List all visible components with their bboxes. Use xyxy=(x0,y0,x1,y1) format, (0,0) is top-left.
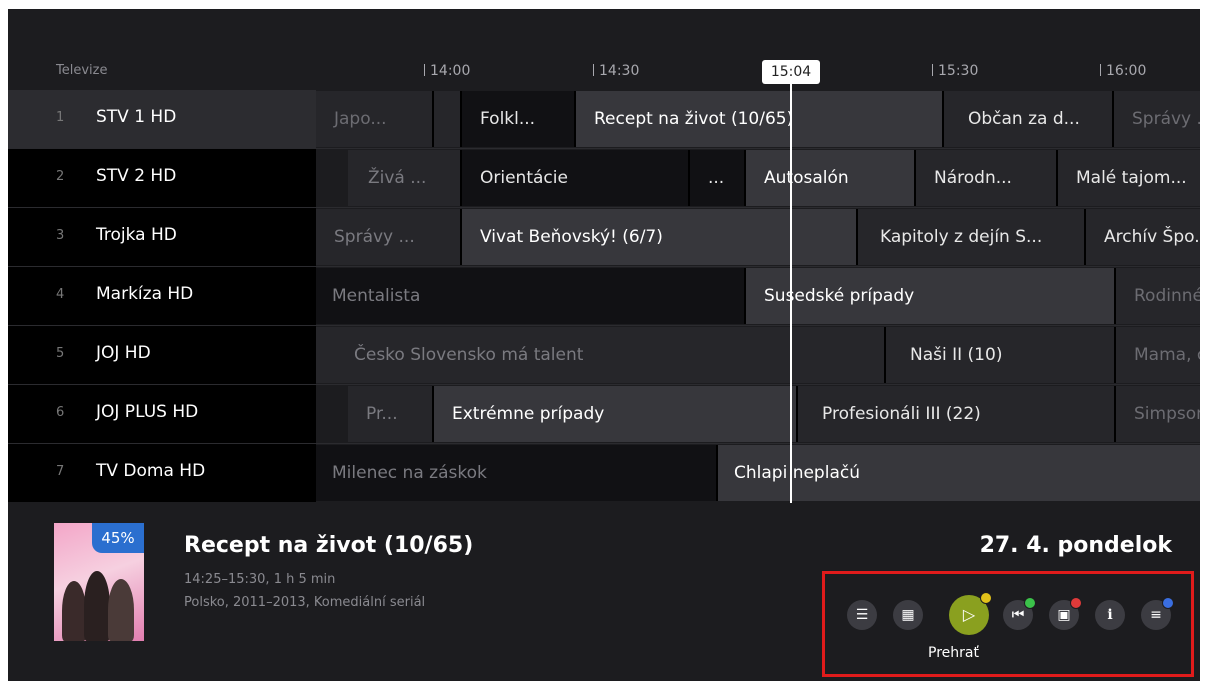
channel-cell-joj[interactable]: 5 JOJ HD xyxy=(8,326,316,384)
controls-panel: ☰ ▦ ▷ ⏮ ▣ i ≡ Prehrať xyxy=(822,571,1194,677)
channel-name: JOJ PLUS HD xyxy=(96,402,199,422)
list-icon[interactable]: ☰ xyxy=(847,600,877,630)
program-cell[interactable]: Vivat Beňovský! (6/7) xyxy=(462,209,858,265)
channel-row: 4 Markíza HD Mentalista Susedské prípady… xyxy=(8,267,1200,325)
program-cell[interactable]: Autosalón xyxy=(746,150,916,206)
channel-cell-markiza[interactable]: 4 Markíza HD xyxy=(8,267,316,325)
program-strip: Pr... Extrémne prípady Profesionáli III … xyxy=(316,385,1200,443)
channel-number: 7 xyxy=(56,464,65,479)
program-cell-selected[interactable]: Recept na život (10/65) xyxy=(576,91,944,147)
red-dot xyxy=(1070,597,1082,609)
epg-grid: 1 STV 1 HD Japo... Folkl... Recept na ži… xyxy=(8,90,1200,503)
program-cell[interactable]: Malé tajom... xyxy=(1058,150,1200,206)
restart-icon[interactable]: ⏮ xyxy=(1003,597,1036,630)
record-icon[interactable]: ▣ xyxy=(1049,597,1082,630)
poster-figure xyxy=(62,581,86,641)
time-tick-1430: 14:30 xyxy=(593,63,639,79)
channel-number: 1 xyxy=(56,110,65,125)
channel-number: 5 xyxy=(56,346,65,361)
program-meta: Polsko, 2011–2013, Komediální seriál xyxy=(184,595,426,610)
channel-number: 6 xyxy=(56,405,65,420)
program-cell[interactable]: Pr... xyxy=(348,386,434,442)
program-cell[interactable]: Orientácie xyxy=(462,150,690,206)
info-icon[interactable]: i xyxy=(1095,600,1125,630)
program-poster: 45% xyxy=(54,523,144,641)
program-strip: Živá ... Orientácie ... Autosalón Národn… xyxy=(316,149,1200,207)
tv-guide-screen: Televize 14:00 14:30 15:30 16:00 15:04 1… xyxy=(8,9,1200,681)
program-cell[interactable] xyxy=(434,91,462,147)
time-tick-1530: 15:30 xyxy=(932,63,978,79)
program-cell[interactable]: Profesionáli III (22) xyxy=(798,386,1116,442)
channel-cell-tv-doma[interactable]: 7 TV Doma HD xyxy=(8,444,316,502)
channel-cell-trojka[interactable]: 3 Trojka HD xyxy=(8,208,316,266)
channel-row: 5 JOJ HD Česko Slovensko má talent Naši … xyxy=(8,326,1200,384)
guide-date: 27. 4. pondelok xyxy=(979,533,1172,558)
program-cell[interactable]: Japo... xyxy=(316,91,434,147)
channel-row: 7 TV Doma HD Milenec na záskok Chlapi ne… xyxy=(8,444,1200,502)
green-dot xyxy=(1024,597,1036,609)
channel-row: 2 STV 2 HD Živá ... Orientácie ... Autos… xyxy=(8,149,1200,207)
play-label: Prehrať xyxy=(928,645,979,661)
program-cell[interactable]: Občan za d... xyxy=(944,91,1114,147)
program-time: 14:25–15:30, 1 h 5 min xyxy=(184,572,336,587)
channel-name: Trojka HD xyxy=(96,225,177,245)
channel-cell-stv2[interactable]: 2 STV 2 HD xyxy=(8,149,316,207)
channel-cell-joj-plus[interactable]: 6 JOJ PLUS HD xyxy=(8,385,316,443)
program-cell[interactable]: ... xyxy=(690,150,746,206)
program-strip: Česko Slovensko má talent Naši II (10) M… xyxy=(316,326,1200,384)
channel-row: 3 Trojka HD Správy ... Vivat Beňovský! (… xyxy=(8,208,1200,266)
yellow-dot xyxy=(980,592,992,604)
time-tick-1600: 16:00 xyxy=(1100,63,1146,79)
channel-cell-stv1[interactable]: 1 STV 1 HD xyxy=(8,90,316,148)
channel-number: 3 xyxy=(56,228,65,243)
channel-row: 6 JOJ PLUS HD Pr... Extrémne prípady Pro… xyxy=(8,385,1200,443)
program-cell[interactable]: Naši II (10) xyxy=(886,327,1116,383)
program-cell[interactable]: Folkl... xyxy=(462,91,576,147)
program-cell[interactable]: Rodinné... xyxy=(1116,268,1200,324)
play-icon[interactable]: ▷ xyxy=(949,592,992,635)
program-cell[interactable]: Milenec na záskok xyxy=(316,445,718,501)
channel-name: JOJ HD xyxy=(96,343,151,363)
program-cell[interactable]: Mama, c... xyxy=(1116,327,1200,383)
program-cell[interactable]: Archív Špo... xyxy=(1086,209,1200,265)
program-strip: Milenec na záskok Chlapi neplačú xyxy=(316,444,1200,502)
channel-name: STV 1 HD xyxy=(96,107,177,127)
channel-name: TV Doma HD xyxy=(96,461,206,481)
poster-figure xyxy=(108,579,134,641)
time-tick-1400: 14:00 xyxy=(424,63,470,79)
progress-percent-badge: 45% xyxy=(92,523,144,553)
program-cell[interactable]: Kapitoly z dejín S... xyxy=(858,209,1086,265)
menu-icon[interactable]: ≡ xyxy=(1141,597,1174,630)
channel-name: Markíza HD xyxy=(96,284,194,304)
current-time-badge: 15:04 xyxy=(762,60,820,84)
program-cell[interactable]: Susedské prípady xyxy=(746,268,1116,324)
channel-column-label: Televize xyxy=(56,63,108,78)
program-info-bar: 45% Recept na život (10/65) 14:25–15:30,… xyxy=(8,503,1200,681)
blue-dot xyxy=(1162,597,1174,609)
program-strip: Mentalista Susedské prípady Rodinné... xyxy=(316,267,1200,325)
program-strip: Japo... Folkl... Recept na život (10/65)… xyxy=(316,90,1200,148)
guide-header: Televize 14:00 14:30 15:30 16:00 15:04 xyxy=(8,9,1200,90)
program-cell[interactable]: Správy ... xyxy=(1114,91,1200,147)
program-cell[interactable]: Živá ... xyxy=(348,150,462,206)
program-strip: Správy ... Vivat Beňovský! (6/7) Kapitol… xyxy=(316,208,1200,266)
program-title: Recept na život (10/65) xyxy=(184,533,474,558)
program-cell[interactable]: Národn... xyxy=(916,150,1058,206)
program-cell[interactable]: Správy ... xyxy=(316,209,462,265)
calendar-icon[interactable]: ▦ xyxy=(893,600,923,630)
current-time-line xyxy=(790,83,792,503)
program-cell[interactable]: Mentalista xyxy=(316,268,746,324)
channel-number: 2 xyxy=(56,169,65,184)
program-cell[interactable]: Extrémne prípady xyxy=(434,386,798,442)
channel-number: 4 xyxy=(56,287,65,302)
poster-figure xyxy=(84,571,110,641)
program-cell[interactable]: Česko Slovensko má talent xyxy=(316,327,886,383)
channel-row: 1 STV 1 HD Japo... Folkl... Recept na ži… xyxy=(8,90,1200,148)
channel-name: STV 2 HD xyxy=(96,166,177,186)
program-cell[interactable]: Simpsono... xyxy=(1116,386,1200,442)
